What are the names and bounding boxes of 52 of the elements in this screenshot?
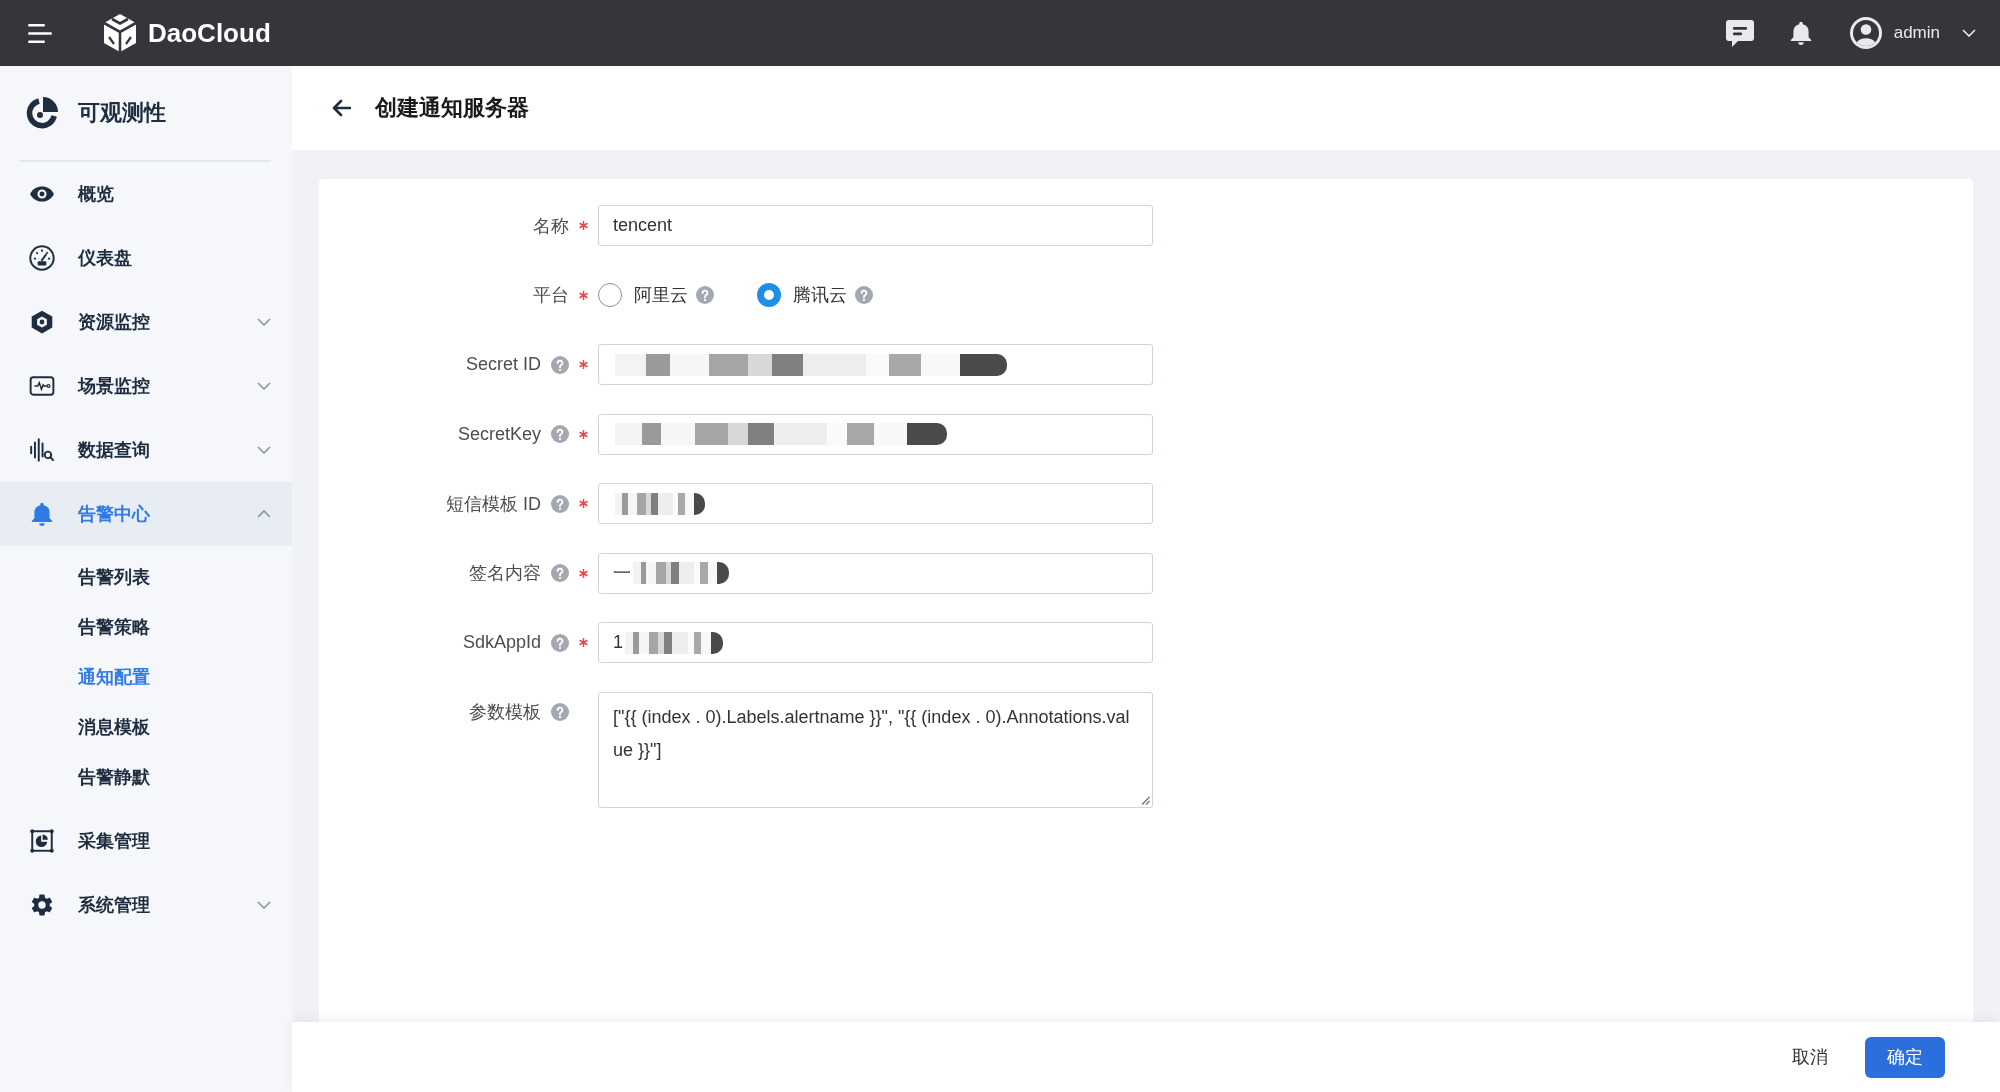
sidebar-item[interactable]: 概览 [0,162,292,226]
sidebar-item[interactable]: 数据查询 [0,418,292,482]
back-arrow-icon[interactable] [332,99,351,117]
field-label: 平台 [533,284,569,307]
field-label: SecretKey [457,423,541,445]
radio-button[interactable] [598,283,622,307]
avatar-icon[interactable] [1849,17,1882,49]
pulse-monitor-icon [29,373,55,399]
sidebar-item[interactable]: 告警中心 [0,482,292,546]
input-field[interactable]: 1 [598,622,1153,663]
menu-icon[interactable] [28,23,52,43]
sidebar-title: 可观测性 [78,99,166,127]
gauge-icon [29,245,55,271]
textarea-field[interactable]: ["{{ (index . 0).Labels.alertname }}", "{{ (index . 0).Annotations.value }}"] [598,691,1153,808]
hexagon-icon [29,309,55,335]
cancel-button[interactable]: 取消 [1770,1036,1850,1078]
cube-logo-icon[interactable] [102,13,138,53]
resize-grip-icon[interactable] [1141,795,1150,805]
ring-chart-icon [24,95,60,131]
sidebar-subitem[interactable]: 消息模板 [0,702,292,752]
bars-search-icon [29,437,55,463]
input-field[interactable] [598,413,1153,455]
field-label: 参数模板 [469,701,541,724]
radio-button[interactable] [757,283,781,307]
option-label[interactable]: 腾讯云 [793,283,847,307]
sidebar-item[interactable]: 资源监控 [0,290,292,354]
sidebar-item[interactable]: 场景监控 [0,354,292,418]
option-label[interactable]: 阿里云 [634,283,688,307]
sidebar-item[interactable]: 仪表盘 [0,226,292,290]
input-field[interactable] [598,483,1153,524]
page-title: 创建通知服务器 [375,94,529,122]
sidebar-subitem[interactable]: 告警策略 [0,602,292,652]
sidebar-item[interactable]: 系统管理 [0,873,292,937]
user-name[interactable]: admin [1893,23,1940,43]
brand-name[interactable]: DaoCloud [148,17,271,49]
chat-icon[interactable] [1724,18,1755,48]
input-field[interactable]: 一 [598,552,1153,594]
field-label: SdkAppId [462,632,541,653]
bell-icon [29,501,55,527]
field-label: 签名内容 [469,562,541,585]
pie-frame-icon [29,828,55,854]
field-label: Secret ID [465,354,541,375]
input-field[interactable]: tencent [598,205,1153,246]
sidebar-subitem[interactable]: 通知配置 [0,652,292,702]
input-field[interactable] [598,344,1153,385]
sidebar-subitem[interactable]: 告警静默 [0,752,292,802]
field-label: 名称 [533,214,569,238]
field-label: 短信模板 ID [446,492,541,516]
gear-icon [29,892,55,918]
confirm-button[interactable]: 确定 [1865,1036,1945,1078]
sidebar-item[interactable]: 采集管理 [0,809,292,873]
sidebar-subitem[interactable]: 告警列表 [0,552,292,602]
